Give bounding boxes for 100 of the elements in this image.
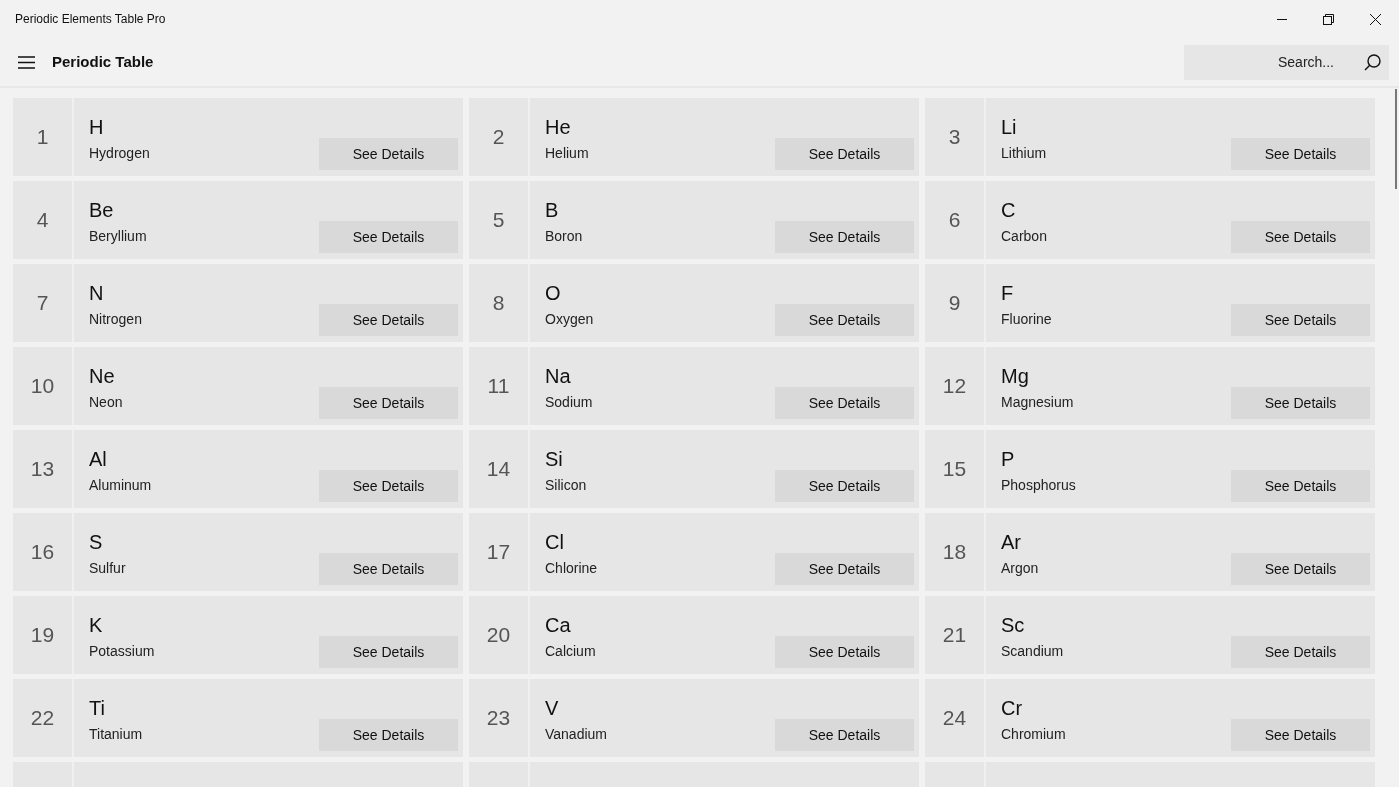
element-symbol: P bbox=[1001, 447, 1016, 471]
element-symbol: H bbox=[89, 115, 105, 139]
atomic-number: 11 bbox=[487, 373, 510, 400]
see-details-button[interactable]: See Details bbox=[319, 304, 458, 336]
see-details-button[interactable]: See Details bbox=[1231, 636, 1370, 668]
element-symbol: Ar bbox=[1001, 530, 1022, 554]
see-details-button[interactable]: See Details bbox=[319, 387, 458, 419]
menu-icon bbox=[17, 55, 35, 69]
window-title: Periodic Elements Table Pro bbox=[14, 11, 166, 28]
atomic-number: 7 bbox=[36, 290, 49, 317]
element-symbol: Ne bbox=[89, 364, 116, 388]
element-name: Lithium bbox=[1001, 144, 1047, 163]
element-symbol: He bbox=[545, 115, 572, 139]
see-details-button[interactable]: See Details bbox=[319, 719, 458, 751]
atomic-number: 6 bbox=[948, 207, 961, 234]
element-name: Titanium bbox=[89, 725, 143, 744]
atomic-number: 19 bbox=[30, 622, 55, 649]
search-field[interactable]: Search... bbox=[1184, 44, 1389, 80]
element-name: Vanadium bbox=[545, 725, 607, 744]
element-name: Chromium bbox=[1001, 725, 1066, 744]
atomic-number: 12 bbox=[942, 373, 967, 400]
element-symbol: C bbox=[1001, 198, 1017, 222]
element-name: Sodium bbox=[545, 393, 593, 412]
element-name: Silicon bbox=[545, 476, 587, 495]
element-name: Calcium bbox=[545, 642, 596, 661]
see-details-button[interactable]: See Details bbox=[1231, 387, 1370, 419]
atomic-number: 24 bbox=[942, 705, 967, 732]
see-details-button[interactable]: See Details bbox=[1231, 553, 1370, 585]
atomic-number: 13 bbox=[30, 456, 55, 483]
element-symbol: Ti bbox=[89, 696, 106, 720]
element-name: Chlorine bbox=[545, 559, 598, 578]
see-details-button[interactable]: See Details bbox=[775, 719, 914, 751]
element-name: Fluorine bbox=[1001, 310, 1052, 329]
minimize-icon bbox=[1276, 18, 1287, 20]
see-details-button[interactable]: See Details bbox=[319, 636, 458, 668]
element-symbol: Li bbox=[1001, 115, 1018, 139]
see-details-button[interactable]: See Details bbox=[319, 553, 458, 585]
element-symbol: N bbox=[89, 281, 105, 305]
restore-icon bbox=[1323, 13, 1334, 25]
scrollbar[interactable] bbox=[1395, 89, 1397, 189]
see-details-button[interactable]: See Details bbox=[1231, 304, 1370, 336]
atomic-number: 5 bbox=[492, 207, 505, 234]
element-name: Oxygen bbox=[545, 310, 594, 329]
see-details-button[interactable]: See Details bbox=[775, 636, 914, 668]
see-details-button[interactable]: See Details bbox=[319, 470, 458, 502]
atomic-number: 4 bbox=[36, 207, 49, 234]
atomic-number: 1 bbox=[36, 124, 49, 151]
see-details-button[interactable]: See Details bbox=[1231, 138, 1370, 170]
element-name: Carbon bbox=[1001, 227, 1047, 246]
element-symbol: S bbox=[89, 530, 104, 554]
atomic-number: 3 bbox=[948, 124, 961, 151]
element-name: Phosphorus bbox=[1001, 476, 1076, 495]
atomic-number: 22 bbox=[30, 705, 55, 732]
see-details-button[interactable]: See Details bbox=[775, 138, 914, 170]
atomic-number: 21 bbox=[942, 622, 967, 649]
element-name: Helium bbox=[545, 144, 589, 163]
atomic-number: 23 bbox=[486, 705, 511, 732]
atomic-number: 17 bbox=[486, 539, 511, 566]
atomic-number: 15 bbox=[942, 456, 967, 483]
element-name: Argon bbox=[1001, 559, 1039, 578]
element-symbol: Cl bbox=[545, 530, 565, 554]
element-name: Beryllium bbox=[89, 227, 147, 246]
element-name: Potassium bbox=[89, 642, 155, 661]
element-name: Nitrogen bbox=[89, 310, 142, 329]
element-symbol: V bbox=[545, 696, 560, 720]
element-name: Hydrogen bbox=[89, 144, 150, 163]
element-name: Sulfur bbox=[89, 559, 126, 578]
element-symbol: Cr bbox=[1001, 696, 1024, 720]
see-details-button[interactable]: See Details bbox=[1231, 470, 1370, 502]
atomic-number: 20 bbox=[486, 622, 511, 649]
see-details-button[interactable]: See Details bbox=[775, 221, 914, 253]
see-details-button[interactable]: See Details bbox=[319, 221, 458, 253]
see-details-button[interactable]: See Details bbox=[319, 138, 458, 170]
see-details-button[interactable]: See Details bbox=[1231, 221, 1370, 253]
element-symbol: Be bbox=[89, 198, 115, 222]
element-name: Neon bbox=[89, 393, 123, 412]
element-symbol: Al bbox=[89, 447, 108, 471]
atomic-number: 14 bbox=[486, 456, 511, 483]
see-details-button[interactable]: See Details bbox=[775, 387, 914, 419]
element-name: Boron bbox=[545, 227, 583, 246]
see-details-button[interactable]: See Details bbox=[1231, 719, 1370, 751]
element-name: Scandium bbox=[1001, 642, 1064, 661]
element-name: Aluminum bbox=[89, 476, 152, 495]
close-icon bbox=[1370, 13, 1381, 25]
atomic-number: 8 bbox=[492, 290, 505, 317]
element-symbol: O bbox=[545, 281, 562, 305]
page-title: Periodic Table bbox=[52, 51, 154, 72]
see-details-button[interactable]: See Details bbox=[775, 470, 914, 502]
element-symbol: B bbox=[545, 198, 560, 222]
see-details-button[interactable]: See Details bbox=[775, 553, 914, 585]
see-details-button[interactable]: See Details bbox=[775, 304, 914, 336]
search-icon bbox=[1364, 53, 1381, 71]
element-name: Magnesium bbox=[1001, 393, 1074, 412]
atomic-number: 16 bbox=[30, 539, 55, 566]
element-symbol: F bbox=[1001, 281, 1015, 305]
element-symbol: Na bbox=[545, 364, 572, 388]
element-symbol: Si bbox=[545, 447, 564, 471]
element-symbol: Mg bbox=[1001, 364, 1030, 388]
element-symbol: K bbox=[89, 613, 104, 637]
atomic-number: 18 bbox=[942, 539, 967, 566]
